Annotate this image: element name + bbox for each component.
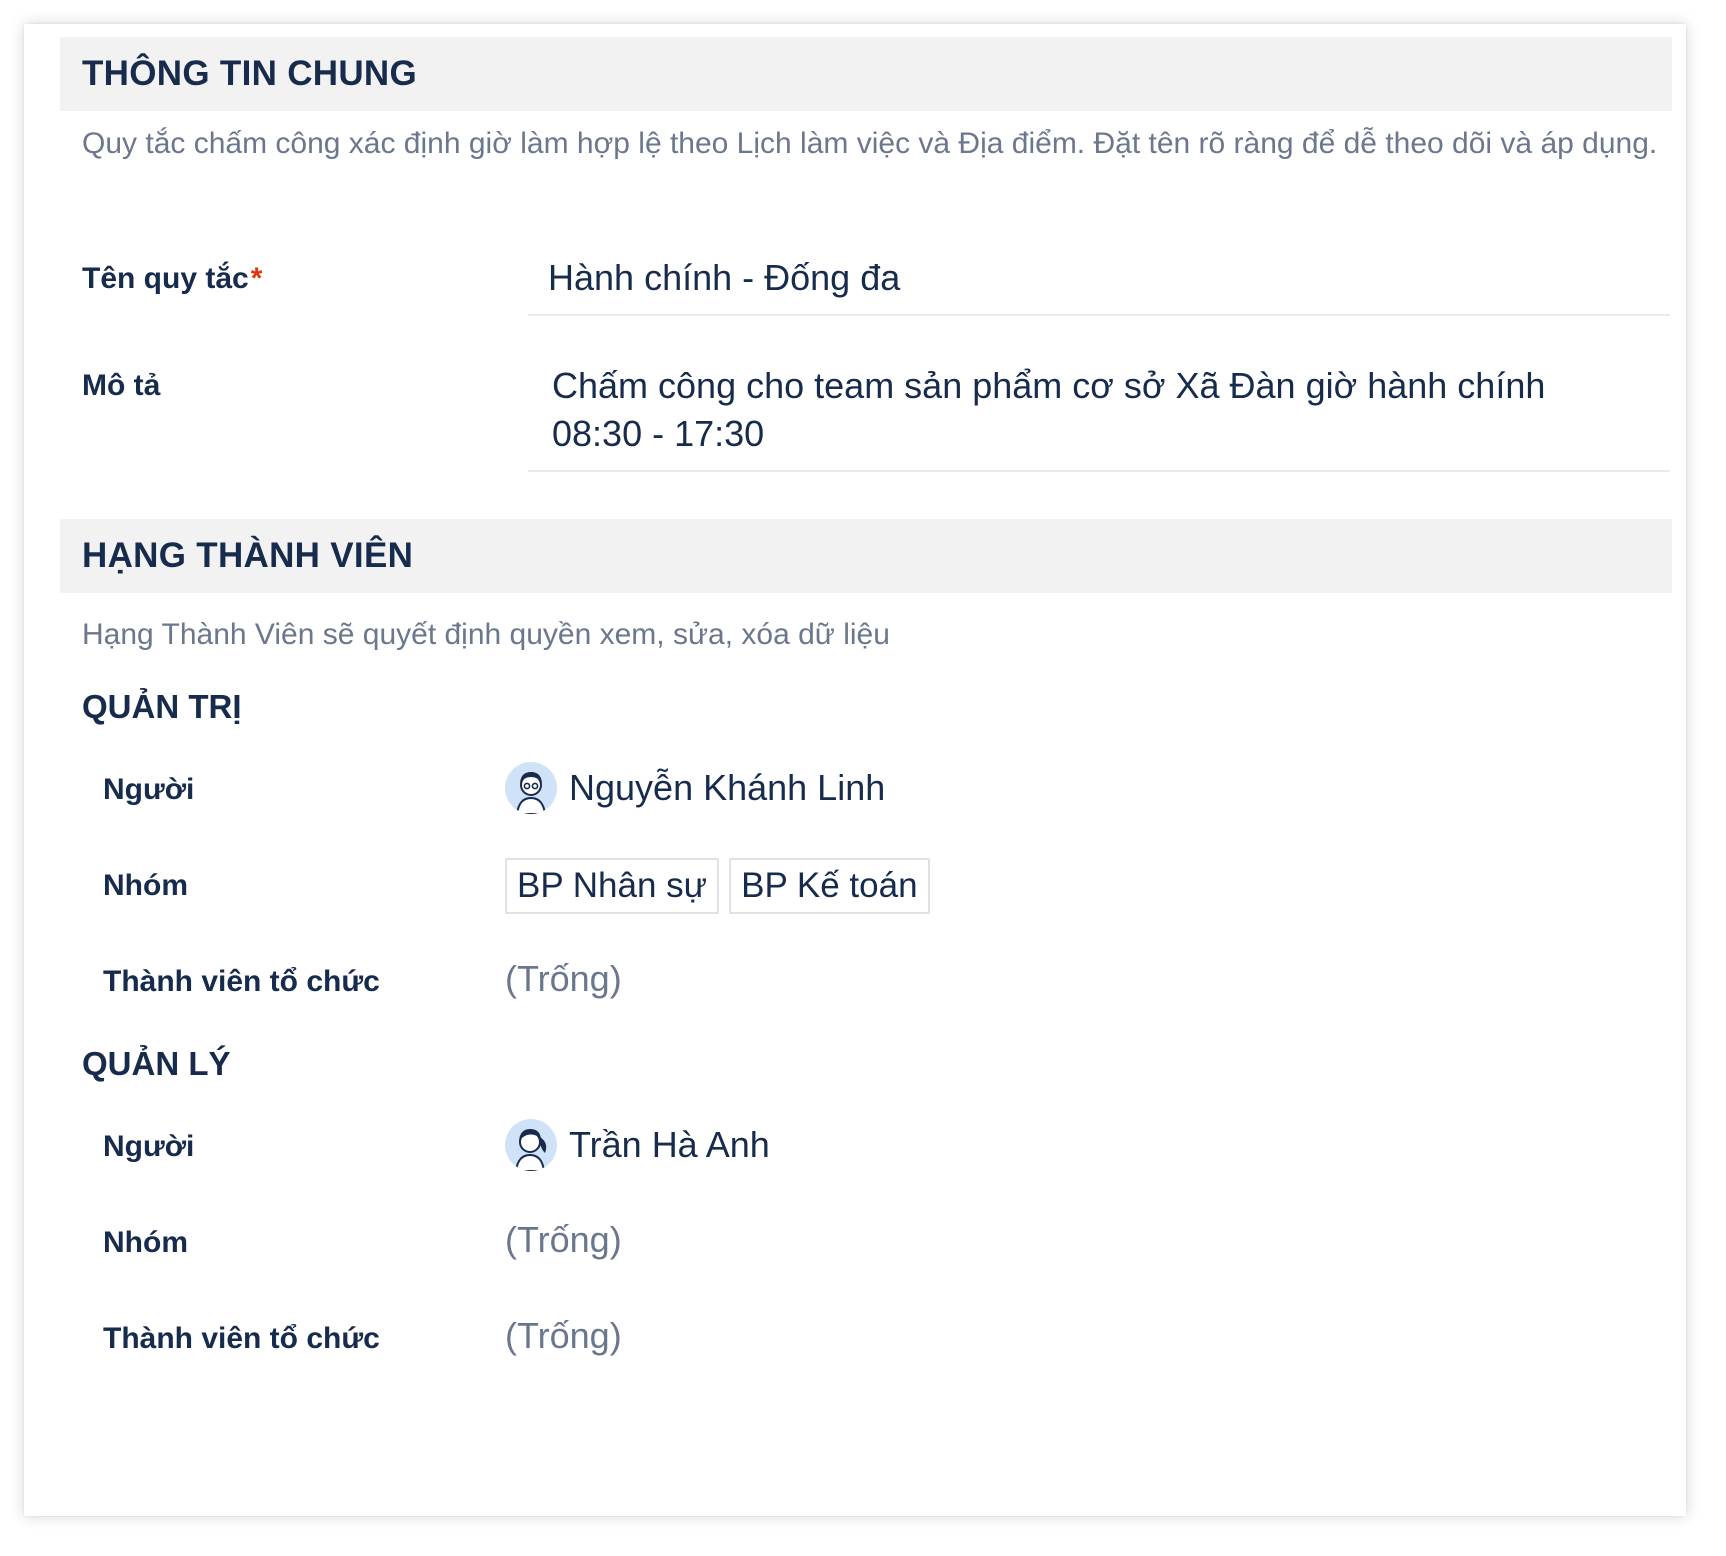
rule-name-label: Tên quy tắc* [82, 262, 262, 296]
general-section-header: THÔNG TIN CHUNG [60, 37, 1672, 111]
group-tag[interactable]: BP Kế toán [729, 858, 930, 914]
membership-section-header: HẠNG THÀNH VIÊN [60, 519, 1672, 593]
admin-group-label: Nhóm [103, 869, 188, 902]
general-section-description: Quy tắc chấm công xác định giờ làm hợp l… [82, 127, 1658, 160]
group-tag[interactable]: BP Nhân sự [505, 858, 720, 914]
rule-name-label-text: Tên quy tắc [82, 262, 249, 295]
admin-person-name: Nguyễn Khánh Linh [569, 767, 886, 808]
rule-settings-card: THÔNG TIN CHUNG Quy tắc chấm công xác đị… [24, 24, 1686, 1516]
manager-role-title: QUẢN LÝ [82, 1045, 231, 1082]
manager-org-value[interactable]: (Trống) [505, 1315, 622, 1357]
admin-role-title: QUẢN TRỊ [82, 688, 242, 725]
rule-name-field[interactable]: Hành chính - Đống đa [528, 252, 1670, 316]
general-section-title: THÔNG TIN CHUNG [82, 54, 418, 93]
avatar-woman-ponytail-icon [505, 1119, 557, 1171]
description-value: Chấm công cho team sản phẩm cơ sở Xã Đàn… [552, 365, 1546, 454]
admin-person-value[interactable]: Nguyễn Khánh Linh [505, 762, 885, 814]
admin-org-label: Thành viên tổ chức [103, 965, 380, 998]
description-label: Mô tả [82, 369, 161, 402]
required-mark: * [250, 262, 263, 295]
manager-person-value[interactable]: Trần Hà Anh [505, 1119, 770, 1171]
manager-group-value[interactable]: (Trống) [505, 1219, 622, 1261]
membership-section-title: HẠNG THÀNH VIÊN [82, 536, 414, 575]
manager-person-name: Trần Hà Anh [569, 1124, 770, 1165]
description-field[interactable]: Chấm công cho team sản phẩm cơ sở Xã Đàn… [528, 362, 1670, 472]
manager-person-label: Người [103, 1130, 195, 1163]
admin-group-tags: BP Nhân sự BP Kế toán [505, 858, 940, 914]
manager-org-label: Thành viên tổ chức [103, 1322, 380, 1355]
admin-org-value[interactable]: (Trống) [505, 958, 622, 1000]
admin-person-label: Người [103, 773, 195, 806]
manager-group-label: Nhóm [103, 1226, 188, 1259]
avatar-woman-glasses-icon [505, 762, 557, 814]
rule-name-value: Hành chính - Đống đa [548, 257, 901, 298]
membership-section-description: Hạng Thành Viên sẽ quyết định quyền xem,… [82, 618, 890, 651]
